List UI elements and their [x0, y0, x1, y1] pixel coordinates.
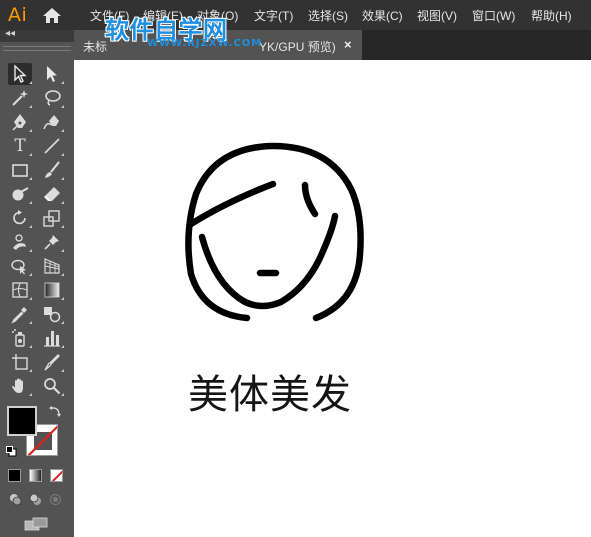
- hand-tool[interactable]: [8, 375, 32, 397]
- logo-caption: 美体美发: [188, 372, 352, 418]
- lasso-icon: [45, 90, 61, 106]
- draw-behind-icon[interactable]: [29, 493, 42, 506]
- home-icon[interactable]: [42, 7, 62, 24]
- draw-normal-icon[interactable]: [9, 493, 22, 506]
- collapse-panel-icon[interactable]: ◂◂: [5, 28, 15, 39]
- shaper-tool[interactable]: [8, 183, 32, 205]
- menu-file[interactable]: 文件(F): [90, 7, 129, 24]
- type-tool[interactable]: T: [8, 135, 32, 157]
- eraser-icon: [44, 187, 60, 201]
- menu-effect[interactable]: 效果(C): [362, 7, 403, 24]
- pen-nib-icon: [12, 114, 26, 131]
- menu-bar: Ai 文件(F) 编辑(E) 对象(O) 文字(T) 选择(S) 效果(C) 视…: [0, 0, 591, 30]
- fill-swatch[interactable]: [7, 406, 37, 436]
- selection-tool[interactable]: [8, 63, 32, 85]
- document-tab-label-start: 未标: [83, 40, 108, 54]
- paintbrush-tool[interactable]: [40, 159, 64, 181]
- document-tab-label-end: YK/GPU 预览): [259, 40, 336, 54]
- woman-face-logo[interactable]: [181, 142, 366, 330]
- document-tab-bar: 未标 YK/GPU 预览) ×: [74, 30, 591, 60]
- magnifier-icon: [44, 378, 61, 395]
- rotate-icon: [13, 210, 26, 225]
- menu-select[interactable]: 选择(S): [308, 7, 348, 24]
- warp-finger-icon: [13, 234, 26, 250]
- direct-selection-arrow-icon: [47, 66, 57, 82]
- shape-builder-icon: [11, 259, 26, 275]
- rotate-tool[interactable]: [8, 207, 32, 229]
- tools-panel-header: ◂◂: [0, 28, 74, 42]
- default-colors-icon[interactable]: [6, 446, 17, 457]
- mesh-icon: [12, 282, 28, 298]
- artboard-icon: [12, 354, 28, 370]
- menu-help[interactable]: 帮助(H): [531, 7, 572, 24]
- magic-wand-tool[interactable]: [8, 87, 32, 109]
- hand-icon: [12, 378, 23, 393]
- rectangle-icon: [12, 164, 28, 177]
- shape-builder-tool[interactable]: [8, 255, 32, 277]
- menu-object[interactable]: 对象(O): [197, 7, 238, 24]
- selection-arrow-icon: [14, 64, 27, 83]
- document-tab-label: 未标 YK/GPU 预览): [83, 38, 336, 55]
- blend-tool[interactable]: [40, 303, 64, 325]
- paintbrush-icon: [45, 161, 60, 178]
- type-t-icon: T: [14, 135, 26, 156]
- app-logo: Ai: [8, 4, 28, 26]
- blend-icon: [44, 307, 61, 323]
- zoom-tool[interactable]: [40, 375, 64, 397]
- magic-wand-icon: [12, 90, 28, 106]
- gradient-tool[interactable]: [40, 279, 64, 301]
- rectangle-tool[interactable]: [8, 159, 32, 181]
- line-segment-tool[interactable]: [40, 135, 64, 157]
- eraser-tool[interactable]: [40, 183, 64, 205]
- symbol-sprayer-icon: [12, 329, 25, 347]
- curvature-pen-icon: [43, 115, 59, 130]
- curvature-tool[interactable]: [40, 111, 64, 133]
- column-graph-tool[interactable]: [40, 327, 64, 349]
- tools-panel: ◂◂ T: [0, 28, 74, 537]
- lasso-tool[interactable]: [40, 87, 64, 109]
- pushpin-icon: [44, 235, 59, 250]
- menu-type[interactable]: 文字(T): [254, 7, 293, 24]
- slice-tool[interactable]: [40, 351, 64, 373]
- gradient-mode-button[interactable]: [29, 469, 42, 482]
- none-mode-button[interactable]: [50, 469, 63, 482]
- menu-view[interactable]: 视图(V): [417, 7, 457, 24]
- pen-tool[interactable]: [8, 111, 32, 133]
- swap-fill-stroke-icon[interactable]: [49, 405, 62, 418]
- perspective-grid-tool[interactable]: [40, 255, 64, 277]
- eyedropper-icon: [11, 307, 27, 324]
- draw-inside-icon[interactable]: [49, 493, 62, 506]
- color-mode-button[interactable]: [8, 469, 21, 482]
- scale-icon: [43, 210, 60, 227]
- eyedropper-tool[interactable]: [8, 303, 32, 325]
- symbol-sprayer-tool[interactable]: [8, 327, 32, 349]
- close-tab-icon[interactable]: ×: [344, 37, 352, 52]
- none-slash-icon: [51, 470, 62, 481]
- menu-window[interactable]: 窗口(W): [472, 7, 515, 24]
- scale-tool[interactable]: [40, 207, 64, 229]
- shaper-icon: [12, 187, 29, 201]
- mesh-tool[interactable]: [8, 279, 32, 301]
- slice-knife-icon: [44, 354, 60, 371]
- direct-selection-tool[interactable]: [40, 63, 64, 85]
- line-segment-icon: [44, 138, 60, 154]
- screen-mode-icon[interactable]: [24, 517, 48, 531]
- menu-edit[interactable]: 编辑(E): [143, 7, 183, 24]
- puppet-warp-tool[interactable]: [40, 231, 64, 253]
- gradient-icon: [44, 282, 60, 298]
- column-graph-icon: [44, 331, 60, 347]
- perspective-grid-icon: [44, 258, 60, 274]
- panel-grip[interactable]: [3, 46, 71, 51]
- artboard-tool[interactable]: [8, 351, 32, 373]
- artboard-canvas[interactable]: 美体美发: [74, 60, 591, 537]
- document-tab[interactable]: 未标 YK/GPU 预览) ×: [74, 30, 362, 60]
- warp-tool[interactable]: [8, 231, 32, 253]
